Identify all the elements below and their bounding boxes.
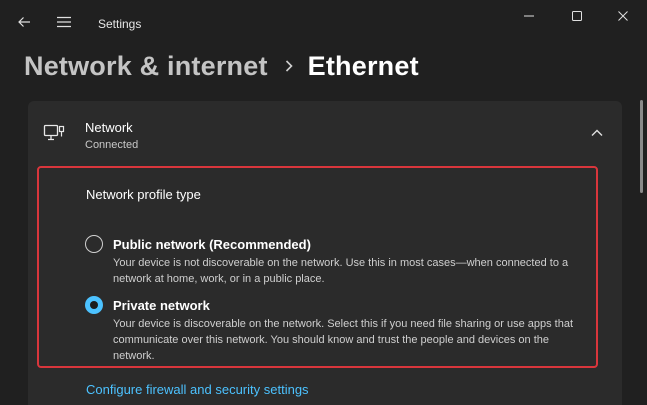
minimize-button[interactable] — [506, 0, 552, 32]
menu-button[interactable] — [48, 6, 80, 38]
network-status: Connected — [85, 139, 139, 151]
maximize-button[interactable] — [554, 0, 600, 32]
minimize-icon — [524, 15, 534, 17]
breadcrumb-parent-link[interactable]: Network & internet — [24, 51, 268, 82]
page-title: Ethernet — [307, 50, 419, 81]
scrollbar[interactable] — [640, 100, 643, 193]
private-network-label[interactable]: Private network — [113, 298, 210, 313]
configure-firewall-link[interactable]: Configure firewall and security settings — [86, 382, 309, 397]
close-button[interactable] — [600, 0, 646, 32]
chevron-right-icon — [284, 59, 294, 73]
back-arrow-icon — [18, 17, 30, 27]
close-icon — [618, 11, 628, 21]
public-network-radio[interactable] — [85, 235, 103, 253]
network-title: Network — [85, 120, 133, 135]
ethernet-icon — [43, 124, 65, 141]
back-button[interactable] — [8, 6, 40, 38]
maximize-icon — [572, 11, 582, 21]
public-network-description: Your device is not discoverable on the n… — [113, 257, 569, 285]
network-card-header[interactable]: Network Connected — [28, 101, 622, 167]
hamburger-menu-icon — [57, 16, 71, 28]
profile-type-title: Network profile type — [86, 187, 201, 202]
title-bar: Settings — [0, 0, 647, 48]
radio-selected-dot — [90, 301, 98, 309]
breadcrumb: Network & internet Ethernet — [24, 46, 419, 86]
public-network-label[interactable]: Public network (Recommended) — [113, 237, 311, 252]
private-network-radio[interactable] — [85, 296, 103, 314]
app-title: Settings — [98, 17, 142, 31]
private-network-description: Your device is discoverable on the netwo… — [113, 318, 574, 362]
chevron-up-icon[interactable] — [589, 125, 605, 141]
